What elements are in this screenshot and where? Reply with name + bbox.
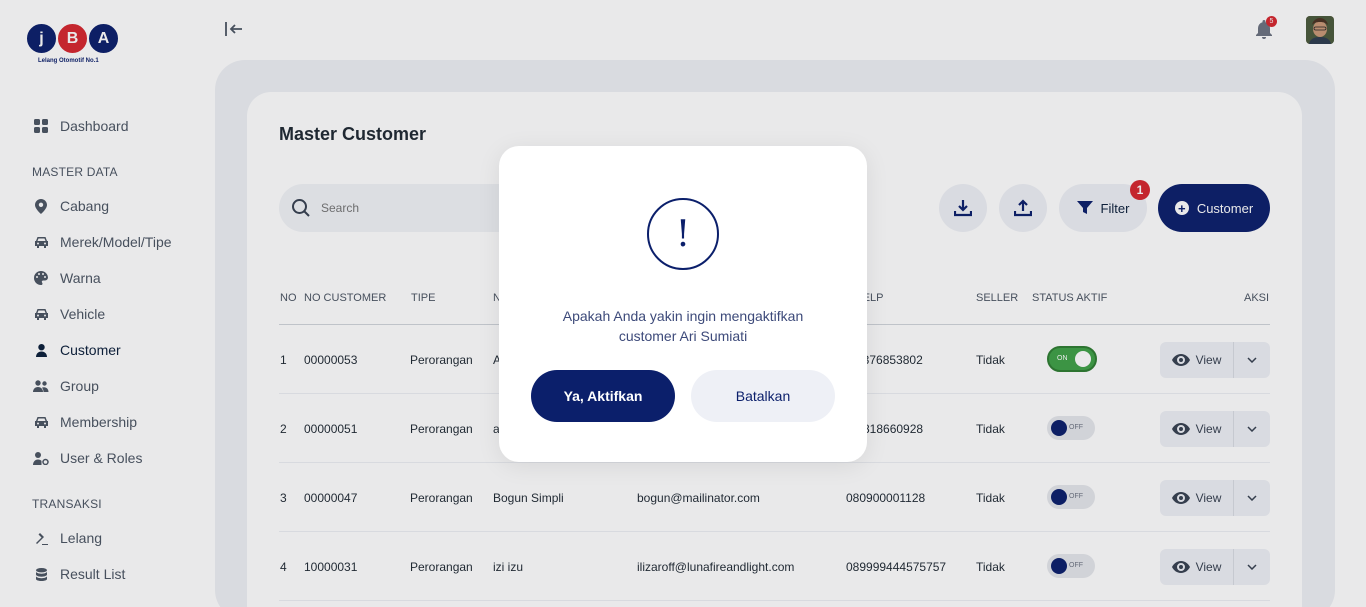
confirm-activate-button[interactable]: Ya, Aktifkan — [531, 370, 675, 422]
exclamation-icon: ! — [647, 198, 719, 270]
dialog-message-line-2: customer Ari Sumiati — [618, 328, 748, 344]
confirm-dialog: ! Apakah Anda yakin ingin mengaktifkan c… — [499, 146, 867, 462]
cancel-button[interactable]: Batalkan — [691, 370, 835, 422]
dialog-message-line-1: Apakah Anda yakin ingin mengaktifkan — [562, 308, 804, 324]
dialog-message: Apakah Anda yakin ingin mengaktifkan cus… — [533, 306, 833, 346]
